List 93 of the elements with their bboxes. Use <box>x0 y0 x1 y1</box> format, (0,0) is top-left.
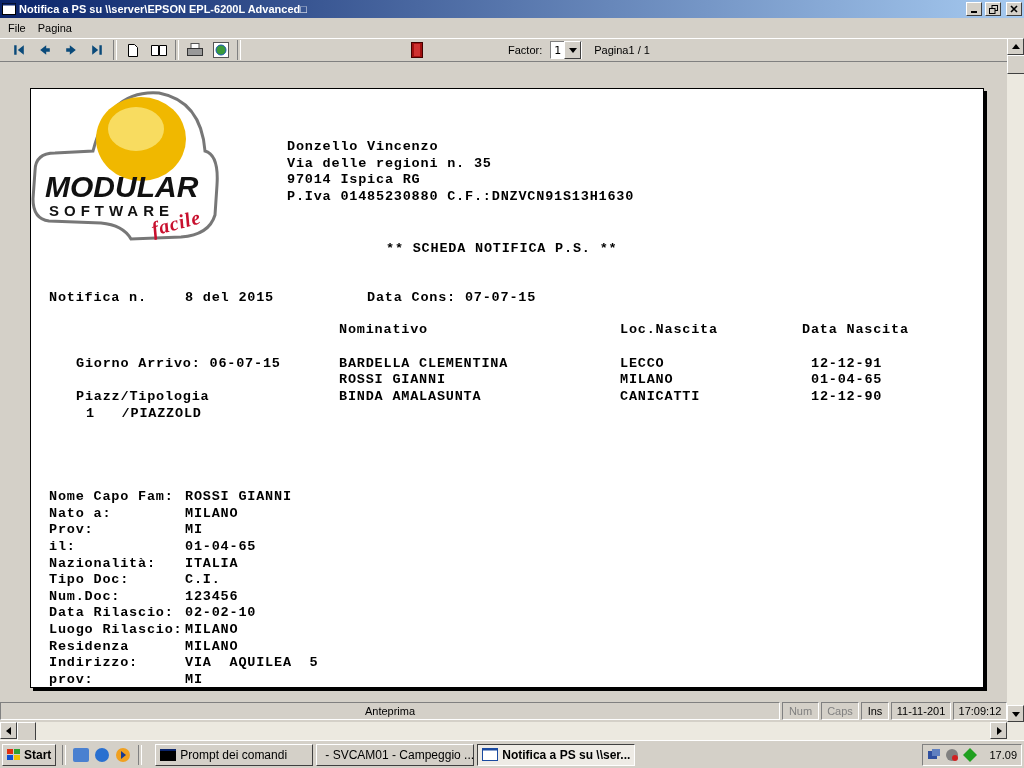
field-value: VIA AQUILEA 5 <box>185 655 319 671</box>
restore-icon <box>988 4 998 14</box>
address-line: 97014 Ispica RG <box>287 172 422 189</box>
dropdown-arrow-icon <box>567 45 578 55</box>
page-counter: Pagina1 / 1 <box>594 44 650 56</box>
scroll-up-button[interactable] <box>1007 38 1024 55</box>
factor-dropdown[interactable]: 1 <box>550 41 583 59</box>
arrival-date: Giorno Arrivo: 06-07-15 <box>76 355 281 371</box>
notice-label: Notifica n. <box>49 289 148 307</box>
delivery-date: Data Cons: 07-07-15 <box>367 289 537 307</box>
media-player-icon[interactable] <box>114 745 133 764</box>
status-indicator: Num <box>782 702 819 720</box>
logo-drawing: MODULAR SOFTWARE facile <box>31 89 221 241</box>
horizontal-scrollbar[interactable] <box>0 722 1024 740</box>
address-line: Via delle regioni n. 35 <box>287 155 493 173</box>
field-label: il: <box>49 538 76 554</box>
column-header: Nominativo <box>339 322 429 339</box>
status-indicator: Caps <box>821 702 859 720</box>
birthplace: CANICATTI <box>620 388 701 404</box>
scroll-left-button[interactable] <box>0 722 17 739</box>
column-header: Data Nascita <box>802 322 909 339</box>
door-icon <box>411 42 423 58</box>
taskbar-button[interactable]: - SVCAM01 - Campeggio ... <box>316 743 475 766</box>
guest-name: BARDELLA CLEMENTINA <box>339 355 509 371</box>
vertical-scrollbar[interactable] <box>1007 38 1024 722</box>
address-line: Donzello Vincenzo <box>287 139 440 156</box>
field-value: MILANO <box>185 505 239 521</box>
field-value: ROSSI GIANNI <box>185 489 292 505</box>
birth-date: 01-04-65 <box>811 372 883 388</box>
status-indicator: Ins <box>861 702 889 720</box>
factor-label: Factor: <box>508 44 543 56</box>
birthplace: LECCO <box>620 355 665 371</box>
clock: 17.09 <box>989 748 1017 761</box>
field-value: ITALIA <box>185 555 239 571</box>
minimize-button[interactable] <box>966 2 982 16</box>
field-label: Prov: <box>49 522 94 538</box>
taskbar-button[interactable]: Notifica a PS su \\ser... <box>477 743 636 766</box>
field-value: 01-04-65 <box>185 538 257 554</box>
first-page-icon <box>13 44 25 56</box>
guest-name: ROSSI GIANNI <box>339 372 446 388</box>
field-label: Residenza <box>49 638 130 654</box>
scroll-down-button[interactable] <box>1007 705 1024 722</box>
field-value: MILANO <box>185 638 239 654</box>
field-label: Nato a: <box>49 505 112 521</box>
close-button[interactable] <box>1006 2 1022 16</box>
printer-icon <box>187 43 203 57</box>
notice-number: 8 del 2015 <box>185 289 275 307</box>
forward-arrow-icon <box>65 44 77 56</box>
menu-item[interactable]: Pagina <box>31 22 78 34</box>
document-title: ** SCHEDA NOTIFICA P.S. ** <box>386 241 618 256</box>
console-icon <box>160 748 177 761</box>
network-icon[interactable] <box>927 747 941 762</box>
birthplace: MILANO <box>620 372 674 388</box>
start-button[interactable]: Start <box>2 743 57 766</box>
pitch-label: Piazz/Tipologia <box>76 388 210 404</box>
window-title: Notifica a PS su \\server\EPSON EPL-6200L Advanced□ <box>19 3 308 15</box>
status-indicator: 17:09:12 <box>953 702 1007 720</box>
status-indicator: 11-11-201 <box>891 702 951 720</box>
restore-button[interactable] <box>985 2 1001 16</box>
field-value: C.I. <box>185 572 221 588</box>
status-message: Anteprima <box>0 702 780 720</box>
field-label: Nazionalità: <box>49 555 156 571</box>
pitch-value: 1 /PIAZZOLD <box>86 405 202 421</box>
guest-name: BINDA AMALASUNTA <box>339 388 482 404</box>
close-icon <box>1010 5 1018 13</box>
field-label: Num.Doc: <box>49 588 121 604</box>
field-label: prov: <box>49 671 94 687</box>
field-value: MI <box>185 671 203 687</box>
birth-date: 12-12-91 <box>811 355 883 371</box>
address-line: P.Iva 01485230880 C.F.:DNZVCN91S13H1630 <box>287 188 635 206</box>
scroll-right-button[interactable] <box>990 722 1007 739</box>
globe-icon <box>213 42 229 58</box>
scroll-thumb[interactable] <box>1007 55 1024 74</box>
field-value: 02-02-10 <box>185 605 257 621</box>
last-page-icon <box>91 44 103 56</box>
birth-date: 12-12-90 <box>811 388 883 404</box>
field-value: 123456 <box>185 588 239 604</box>
field-label: Nome Capo Fam: <box>49 489 174 505</box>
field-value: MILANO <box>185 621 239 637</box>
page-icon <box>128 43 138 57</box>
field-label: Data Rilascio: <box>49 605 174 621</box>
back-arrow-icon <box>39 44 51 56</box>
field-value: MI <box>185 522 203 538</box>
window-icon <box>482 748 499 761</box>
book-icon <box>151 44 167 56</box>
field-label: Luogo Rilascio: <box>49 621 183 637</box>
windows-logo-icon <box>7 748 21 761</box>
taskbar-button[interactable]: Prompt dei comandi <box>155 743 314 766</box>
column-header: Loc.Nascita <box>620 322 719 339</box>
menu-item[interactable]: File <box>2 22 32 34</box>
window-icon <box>2 3 16 15</box>
field-label: Tipo Doc: <box>49 572 130 588</box>
field-label: Indirizzo: <box>49 655 138 671</box>
